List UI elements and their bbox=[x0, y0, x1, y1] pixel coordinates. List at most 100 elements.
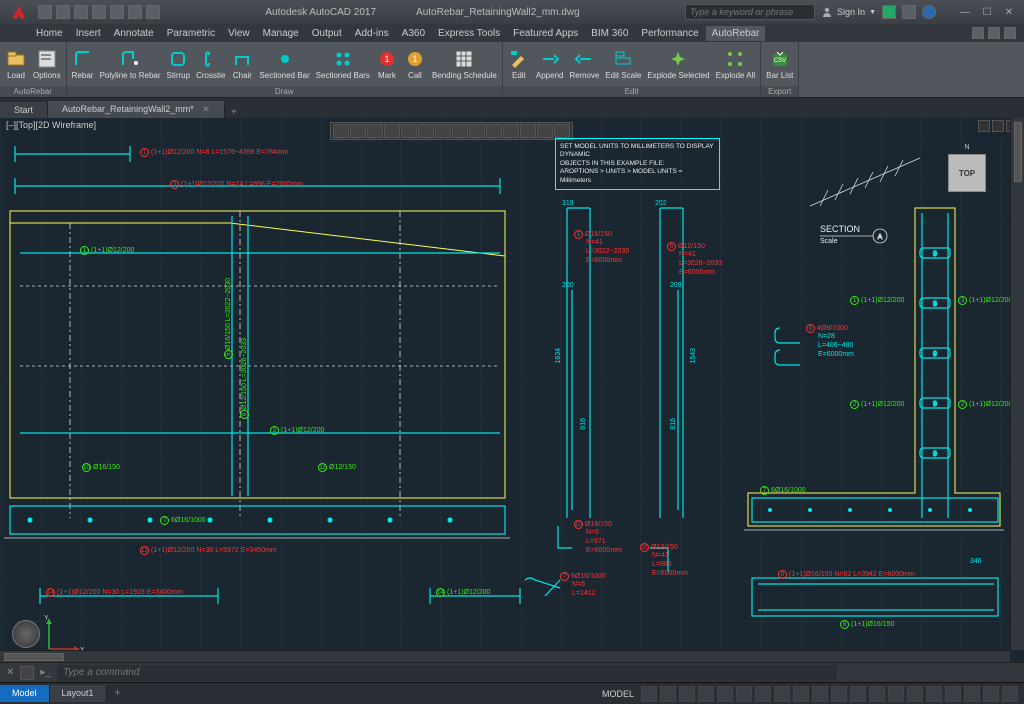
remove-button[interactable]: Remove bbox=[568, 47, 600, 81]
status-transparency-icon[interactable] bbox=[793, 686, 809, 702]
tab-add-button[interactable]: + bbox=[225, 107, 243, 118]
tab-autorebar[interactable]: AutoRebar bbox=[706, 26, 766, 41]
layout-tab-layout1[interactable]: Layout1 bbox=[50, 685, 107, 702]
tab-close-icon[interactable]: ✕ bbox=[202, 104, 210, 114]
status-hardwareaccel-icon[interactable] bbox=[964, 686, 980, 702]
tab-a360[interactable]: A360 bbox=[396, 26, 431, 41]
status-lwt-icon[interactable] bbox=[774, 686, 790, 702]
tab-start[interactable]: Start bbox=[0, 102, 48, 118]
command-input[interactable] bbox=[57, 665, 837, 681]
status-isolate-icon[interactable] bbox=[945, 686, 961, 702]
mark-button[interactable]: 1Mark bbox=[375, 47, 399, 81]
tab-home[interactable]: Home bbox=[30, 26, 69, 41]
tab-annotate[interactable]: Annotate bbox=[108, 26, 160, 41]
status-snap-icon[interactable] bbox=[660, 686, 676, 702]
dim: 1634 bbox=[555, 348, 562, 364]
dim: 346 bbox=[970, 558, 982, 565]
status-osnap-icon[interactable] bbox=[717, 686, 733, 702]
tab-featuredapps[interactable]: Featured Apps bbox=[507, 26, 584, 41]
tab-insert[interactable]: Insert bbox=[70, 26, 107, 41]
layout-add-button[interactable]: + bbox=[107, 685, 129, 702]
tab-performance[interactable]: Performance bbox=[635, 26, 704, 41]
qat-redo-icon[interactable] bbox=[146, 5, 160, 19]
exchange-icon[interactable] bbox=[882, 5, 896, 19]
call-button[interactable]: 1Call bbox=[403, 47, 427, 81]
tab-parametric[interactable]: Parametric bbox=[161, 26, 221, 41]
qat-undo-icon[interactable] bbox=[128, 5, 142, 19]
tab-manage[interactable]: Manage bbox=[257, 26, 305, 41]
vertical-scrollbar[interactable] bbox=[1010, 118, 1024, 650]
qat-plot-icon[interactable] bbox=[110, 5, 124, 19]
stirrup-button[interactable]: Stirrup bbox=[166, 47, 192, 81]
anno: L=3026~2033 bbox=[679, 260, 722, 267]
cmdline-close-icon[interactable]: ✕ bbox=[6, 667, 14, 678]
anno: 8(1+1)Ø16/150 N=82 L=3942 E=6000mm bbox=[778, 570, 915, 579]
sectioned-bar-button[interactable]: Sectioned Bar bbox=[258, 47, 310, 81]
anno: L=1412 bbox=[572, 590, 596, 597]
status-polar-icon[interactable] bbox=[698, 686, 714, 702]
chair-button[interactable]: Chair bbox=[230, 47, 254, 81]
cmdline-customize-icon[interactable] bbox=[20, 666, 34, 680]
doc-close-icon[interactable] bbox=[1004, 27, 1016, 39]
tab-output[interactable]: Output bbox=[306, 26, 348, 41]
search-input[interactable] bbox=[685, 4, 815, 20]
quick-access-toolbar bbox=[38, 5, 160, 19]
sign-in-label: Sign In bbox=[837, 7, 865, 17]
load-button[interactable]: Load bbox=[4, 47, 28, 81]
bar-list-button[interactable]: CSVBar List bbox=[765, 47, 794, 81]
navigation-wheel[interactable] bbox=[12, 620, 40, 648]
qat-saveas-icon[interactable] bbox=[92, 5, 106, 19]
tab-file[interactable]: AutoRebar_RetainingWall2_mm* ✕ bbox=[48, 101, 225, 118]
tab-view[interactable]: View bbox=[222, 26, 256, 41]
crosstie-button[interactable]: Crosstie bbox=[195, 47, 226, 81]
status-3dosnap-icon[interactable] bbox=[736, 686, 752, 702]
rebar-button[interactable]: Rebar bbox=[71, 47, 95, 81]
help-icon[interactable] bbox=[922, 5, 936, 19]
stay-connected-icon[interactable] bbox=[902, 5, 916, 19]
qat-open-icon[interactable] bbox=[56, 5, 70, 19]
app-logo-icon[interactable] bbox=[6, 2, 32, 22]
explode-selected-button[interactable]: Explode Selected bbox=[646, 47, 710, 81]
layout-tab-model[interactable]: Model bbox=[0, 685, 50, 702]
status-lockui-icon[interactable] bbox=[926, 686, 942, 702]
tab-expresstools[interactable]: Express Tools bbox=[432, 26, 506, 41]
horizontal-scrollbar[interactable] bbox=[0, 650, 1010, 662]
status-model-label[interactable]: MODEL bbox=[598, 689, 638, 699]
doc-restore-icon[interactable] bbox=[988, 27, 1000, 39]
tab-bim360[interactable]: BIM 360 bbox=[585, 26, 634, 41]
status-annoscale-icon[interactable] bbox=[850, 686, 866, 702]
sign-in-button[interactable]: Sign In ▼ bbox=[821, 6, 876, 18]
status-cleanscreen-icon[interactable] bbox=[983, 686, 999, 702]
status-annomonitor-icon[interactable] bbox=[831, 686, 847, 702]
qat-save-icon[interactable] bbox=[74, 5, 88, 19]
drawing-area[interactable]: [–][Top][2D Wireframe] SET MODEL UNITS T… bbox=[0, 118, 1024, 662]
edit-button[interactable]: Edit bbox=[507, 47, 531, 81]
bending-schedule-button[interactable]: Bending Schedule bbox=[431, 47, 498, 81]
svg-text:9: 9 bbox=[933, 351, 937, 358]
status-quickprops-icon[interactable] bbox=[907, 686, 923, 702]
status-otrack-icon[interactable] bbox=[755, 686, 771, 702]
status-customize-icon[interactable] bbox=[1002, 686, 1018, 702]
options-button[interactable]: Options bbox=[32, 47, 62, 81]
explode-all-button[interactable]: Explode All bbox=[715, 47, 757, 81]
qat-new-icon[interactable] bbox=[38, 5, 52, 19]
anno: L=983 bbox=[652, 561, 672, 568]
section-title: SECTION bbox=[820, 224, 860, 234]
status-ortho-icon[interactable] bbox=[679, 686, 695, 702]
maximize-button[interactable]: ☐ bbox=[976, 4, 998, 20]
anno: E=6000mm bbox=[818, 351, 854, 358]
doc-minimize-icon[interactable] bbox=[972, 27, 984, 39]
status-units-icon[interactable] bbox=[888, 686, 904, 702]
status-workspace-icon[interactable] bbox=[869, 686, 885, 702]
minimize-button[interactable]: ― bbox=[954, 4, 976, 20]
polyline-to-rebar-button[interactable]: Polyline to Rebar bbox=[99, 47, 162, 81]
status-grid-icon[interactable] bbox=[641, 686, 657, 702]
sectioned-bars-button[interactable]: Sectioned Bars bbox=[315, 47, 371, 81]
append-button[interactable]: Append bbox=[535, 47, 565, 81]
dim: 202 bbox=[655, 200, 667, 207]
status-selectioncycling-icon[interactable] bbox=[812, 686, 828, 702]
edit-scale-button[interactable]: Edit Scale bbox=[604, 47, 642, 81]
anno: 14(1+1)Ø12/200 N=30 L=1928 E=3400mm bbox=[46, 588, 183, 597]
tab-addins[interactable]: Add-ins bbox=[349, 26, 395, 41]
close-button[interactable]: ✕ bbox=[998, 4, 1020, 20]
